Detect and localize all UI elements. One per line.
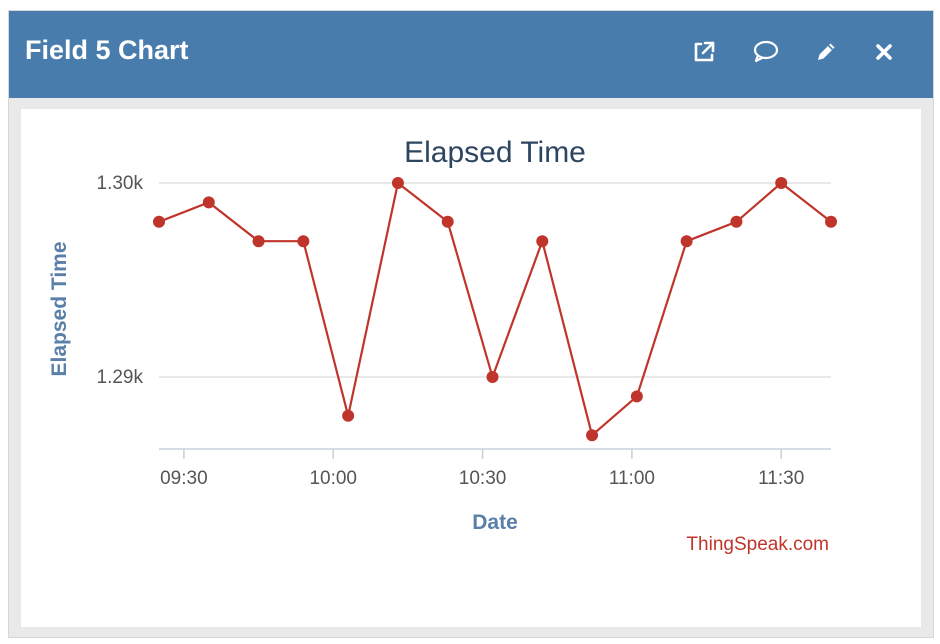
chart-widget: Field 5 Chart Elapsed Time 09:30 10:00 1…	[8, 10, 934, 638]
chart-area: Elapsed Time 09:30 10:00 10:30 11:00 11:30 1…	[21, 109, 921, 627]
data-point[interactable]	[441, 215, 454, 228]
data-point[interactable]	[342, 409, 355, 422]
data-point[interactable]	[775, 177, 788, 189]
series-line	[158, 181, 832, 437]
x-tick-label: 11:30	[758, 468, 804, 489]
chart-title: Elapsed Time	[404, 136, 586, 169]
widget-header: Field 5 Chart	[9, 11, 933, 98]
data-point[interactable]	[825, 215, 837, 228]
comment-icon[interactable]	[751, 37, 781, 67]
data-point[interactable]	[252, 235, 265, 248]
data-point[interactable]	[153, 215, 165, 228]
x-axis-label: Date	[472, 511, 518, 534]
data-point[interactable]	[297, 235, 310, 248]
data-point[interactable]	[536, 235, 549, 248]
data-point[interactable]	[486, 371, 499, 383]
x-tick-label: 11:00	[609, 468, 655, 489]
widget-title: Field 5 Chart	[25, 35, 189, 65]
x-tick-label: 09:30	[160, 468, 208, 489]
y-tick-label: 1.29k	[97, 367, 144, 388]
y-tick-label: 1.30k	[97, 173, 144, 194]
external-link-icon[interactable]	[689, 37, 719, 67]
y-axis-label: Elapsed Time	[48, 241, 71, 376]
x-tick-label: 10:30	[459, 468, 507, 489]
data-point[interactable]	[202, 196, 215, 209]
data-point[interactable]	[586, 429, 599, 442]
pencil-icon[interactable]	[811, 37, 841, 67]
thingspeak-credit-link[interactable]: ThingSpeak.com	[686, 534, 829, 555]
data-point[interactable]	[630, 390, 643, 403]
data-point[interactable]	[391, 177, 404, 189]
data-point[interactable]	[730, 215, 743, 228]
data-point[interactable]	[680, 235, 693, 248]
line-chart: Elapsed Time 09:30 10:00 10:30 11:00 11:30 1…	[48, 136, 837, 555]
x-tick-label: 10:00	[309, 468, 357, 489]
close-icon[interactable]	[869, 37, 899, 67]
